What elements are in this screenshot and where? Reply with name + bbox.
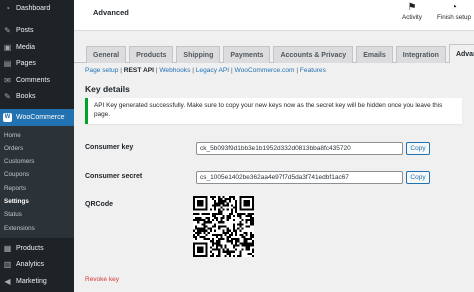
progress-ring-icon: ◔ (450, 2, 457, 13)
finish-setup-label: Finish setup (437, 14, 471, 21)
finish-setup-button[interactable]: ◔ Finish setup (437, 2, 471, 21)
sidebar-item-label: Dashboard (16, 4, 51, 12)
submenu-item-settings[interactable]: Settings (0, 195, 74, 208)
submenu-item-status[interactable]: Status (0, 208, 74, 221)
sidebar-item-dashboard[interactable]: ◔ Dashboard (0, 0, 74, 17)
megaphone-icon: ◀ (4, 276, 11, 286)
sidebar-item-label: Marketing (16, 277, 47, 285)
activity-label: Activity (402, 14, 422, 21)
sidebar-item-label: Posts (16, 27, 34, 35)
tab-emails[interactable]: Emails (356, 46, 393, 63)
subnav-woocommerce-com[interactable]: WooCommerce.com (235, 67, 295, 74)
dashboard-icon: ◔ (5, 3, 10, 13)
page-title: Advanced (93, 8, 129, 17)
section-title: Key details (85, 84, 130, 94)
tab-shipping[interactable]: Shipping (176, 46, 221, 63)
subnav-legacy-api[interactable]: Legacy API (196, 67, 229, 74)
media-icon: ▣ (3, 42, 12, 52)
tab-general[interactable]: General (86, 46, 127, 63)
sidebar-item-label: Pages (16, 60, 36, 68)
qrcode-label: QRCode (85, 201, 113, 208)
sidebar-item-woocommerce[interactable]: W WooCommerce (0, 109, 74, 126)
sidebar-item-label: WooCommerce (16, 113, 65, 121)
consumer-key-field[interactable]: ck_5b093f9d1bb3e1b1952d332d0813bba8fc435… (196, 142, 403, 155)
analytics-icon: ▥ (3, 260, 12, 270)
tab-accounts-privacy[interactable]: Accounts & Privacy (273, 46, 354, 63)
sidebar-item-label: Books (16, 93, 36, 101)
copy-consumer-secret-button[interactable]: Copy (406, 171, 430, 184)
section-subnav: Page setup | REST API | Webhooks | Legac… (85, 67, 326, 74)
subnav-page-setup[interactable]: Page setup (85, 67, 118, 74)
sidebar-item-analytics[interactable]: ▥ Analytics (0, 256, 74, 273)
copy-consumer-key-button[interactable]: Copy (406, 142, 430, 155)
settings-tabs: General Products Shipping Payments Accounts … (86, 44, 474, 63)
success-notice: API Key generated successfully. Make sur… (85, 98, 462, 124)
consumer-secret-label: Consumer secret (85, 173, 143, 180)
products-icon: ▦ (3, 243, 12, 253)
submenu-item-orders[interactable]: Orders (0, 142, 74, 155)
submenu-item-reports[interactable]: Reports (0, 182, 74, 195)
sidebar-item-posts[interactable]: ✎ Posts (0, 23, 74, 40)
consumer-secret-field[interactable]: cs_1005e1402be362aa4e97f7d5da3f741edbf1a… (196, 171, 403, 184)
consumer-key-label: Consumer key (85, 144, 134, 151)
tab-products[interactable]: Products (129, 46, 174, 63)
submenu-item-customers[interactable]: Customers (0, 155, 74, 168)
flag-icon: ⚑ (407, 2, 417, 13)
revoke-key-link[interactable]: Revoke key (85, 276, 119, 283)
sidebar-item-media[interactable]: ▣ Media (0, 39, 74, 56)
sidebar-item-label: Products (16, 244, 44, 252)
submenu-item-extensions[interactable]: Extensions (0, 222, 74, 235)
sidebar-item-products[interactable]: ▦ Products (0, 240, 74, 257)
subnav-rest-api[interactable]: REST API (124, 67, 154, 74)
woocommerce-icon: W (3, 112, 12, 122)
tab-payments[interactable]: Payments (223, 46, 271, 63)
sidebar-item-label: Media (16, 43, 36, 51)
activity-button[interactable]: ⚑ Activity (402, 2, 422, 21)
sidebar-item-comments[interactable]: ✉ Comments (0, 72, 74, 89)
admin-sidebar: ◔ Dashboard ✎ Posts ▣ Media ▤ Pages ✉ Comments ✎ B… (0, 0, 74, 292)
sidebar-item-marketing[interactable]: ◀ Marketing (0, 273, 74, 290)
sidebar-item-pages[interactable]: ▤ Pages (0, 56, 74, 73)
comment-icon: ✉ (4, 75, 11, 85)
pushpin-icon: ✎ (4, 26, 11, 36)
submenu-item-home[interactable]: Home (0, 129, 74, 142)
woocommerce-submenu: Home Orders Customers Coupons Reports Setting… (0, 125, 74, 238)
active-menu-arrow (469, 112, 474, 122)
tab-advanced[interactable]: Advanced (448, 44, 474, 63)
sidebar-item-books[interactable]: ✎ Books (0, 89, 74, 106)
subnav-features[interactable]: Features (300, 67, 326, 74)
sidebar-item-label: Comments (16, 76, 50, 84)
subnav-webhooks[interactable]: Webhooks (159, 67, 190, 74)
tab-integration[interactable]: Integration (395, 46, 446, 63)
pushpin-icon: ✎ (4, 92, 11, 102)
sidebar-item-label: Analytics (16, 261, 45, 269)
page-header: Advanced ⚑ Activity ◔ Finish setup (74, 0, 474, 31)
pages-icon: ▤ (3, 59, 12, 69)
qr-code-image (193, 196, 254, 257)
submenu-item-coupons[interactable]: Coupons (0, 168, 74, 181)
